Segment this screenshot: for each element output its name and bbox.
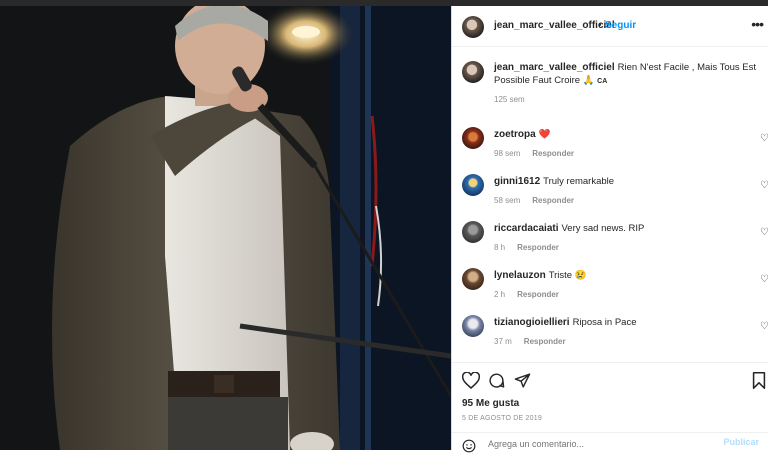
comment-item: riccardacaiati Very sad news. RIP 8 h Resp…	[452, 215, 768, 255]
post-panel: jean_marc_vallee_officiel • Seguir ••• j…	[451, 6, 768, 453]
comment-username[interactable]: lynelauzon	[494, 270, 546, 281]
likes-count[interactable]: 95 Me gusta	[462, 398, 519, 409]
comment-time: 2 h	[494, 290, 506, 299]
comment-username[interactable]: tizianogioiellieri	[494, 317, 570, 328]
comment-time: 8 h	[494, 243, 506, 252]
comment-time: 98 sem	[494, 149, 521, 158]
commenter-avatar[interactable]	[462, 221, 484, 243]
reply-button[interactable]: Responder	[517, 243, 559, 252]
commenter-avatar[interactable]	[462, 174, 484, 196]
comment-username[interactable]: zoetropa	[494, 129, 536, 140]
reply-button[interactable]: Responder	[532, 149, 574, 158]
caption-avatar[interactable]	[462, 61, 484, 83]
bookmark-icon[interactable]	[752, 372, 766, 394]
post-header: jean_marc_vallee_officiel • Seguir •••	[452, 6, 768, 47]
comment-body: ❤️	[538, 129, 551, 140]
heart-icon[interactable]	[461, 371, 481, 394]
comment-meta: 8 h Responder	[494, 243, 559, 252]
commenter-avatar[interactable]	[462, 268, 484, 290]
post-photo[interactable]	[0, 6, 451, 450]
comment-item: lynelauzon Triste 😢 2 h Responder ♡	[452, 262, 768, 302]
separator-dot: •	[598, 20, 602, 31]
comment-text: tizianogioiellieri Riposa in Pace	[494, 316, 764, 329]
post-actions	[452, 362, 768, 397]
comment-body: Riposa in Pace	[572, 317, 637, 328]
comment-text: riccardacaiati Very sad news. RIP	[494, 222, 764, 235]
smiley-icon[interactable]	[462, 439, 476, 458]
author-avatar[interactable]	[462, 16, 484, 38]
comment-item: tizianogioiellieri Riposa in Pace 37 m Res…	[452, 309, 768, 349]
commenter-avatar[interactable]	[462, 315, 484, 337]
comment-item: zoetropa ❤️ 98 sem Responder ♡	[452, 121, 768, 161]
caption-suffix: CA	[597, 78, 608, 85]
caption-time: 125 sem	[494, 95, 525, 104]
comment-body: Triste 😢	[548, 270, 587, 281]
publish-button[interactable]: Publicar	[723, 437, 759, 447]
reply-button[interactable]: Responder	[517, 290, 559, 299]
follow-button[interactable]: Seguir	[605, 20, 636, 31]
comment-like-icon[interactable]: ♡	[760, 133, 768, 144]
comment-like-icon[interactable]: ♡	[760, 180, 768, 191]
caption-text: jean_marc_vallee_officiel Rien N'est Faci…	[494, 61, 764, 88]
comment-item: ginni1612 Truly remarkable 58 sem Responde…	[452, 168, 768, 208]
comment-text: ginni1612 Truly remarkable	[494, 175, 764, 188]
comment-body: Very sad news. RIP	[561, 223, 645, 234]
author-username[interactable]: jean_marc_vallee_officiel	[494, 20, 615, 31]
comments-list[interactable]: jean_marc_vallee_officiel Rien N'est Faci…	[452, 47, 768, 367]
reply-button[interactable]: Responder	[532, 196, 574, 205]
comment-meta: 98 sem Responder	[494, 149, 574, 158]
reply-button[interactable]: Responder	[524, 337, 566, 346]
comment-like-icon[interactable]: ♡	[760, 321, 768, 332]
add-comment-input[interactable]	[486, 437, 700, 451]
comment-time: 37 m	[494, 337, 512, 346]
comment-text: lynelauzon Triste 😢	[494, 269, 764, 282]
comment-text: zoetropa ❤️	[494, 128, 764, 141]
comment-body: Truly remarkable	[543, 176, 615, 187]
comment-meta: 2 h Responder	[494, 290, 559, 299]
comment-meta: 58 sem Responder	[494, 196, 574, 205]
comment-like-icon[interactable]: ♡	[760, 227, 768, 238]
post-date: 5 DE AGOSTO DE 2019	[462, 415, 542, 422]
comment-username[interactable]: riccardacaiati	[494, 223, 559, 234]
more-options-icon[interactable]: •••	[751, 16, 764, 32]
comment-meta: 37 m Responder	[494, 337, 566, 346]
comment-username[interactable]: ginni1612	[494, 176, 540, 187]
comment-icon[interactable]	[488, 372, 505, 394]
share-icon[interactable]	[514, 372, 531, 394]
photo-illustration	[0, 6, 451, 450]
commenter-avatar[interactable]	[462, 127, 484, 149]
comment-like-icon[interactable]: ♡	[760, 274, 768, 285]
caption-username[interactable]: jean_marc_vallee_officiel	[494, 62, 615, 73]
add-comment-bar: Publicar	[452, 432, 768, 453]
comment-time: 58 sem	[494, 196, 521, 205]
